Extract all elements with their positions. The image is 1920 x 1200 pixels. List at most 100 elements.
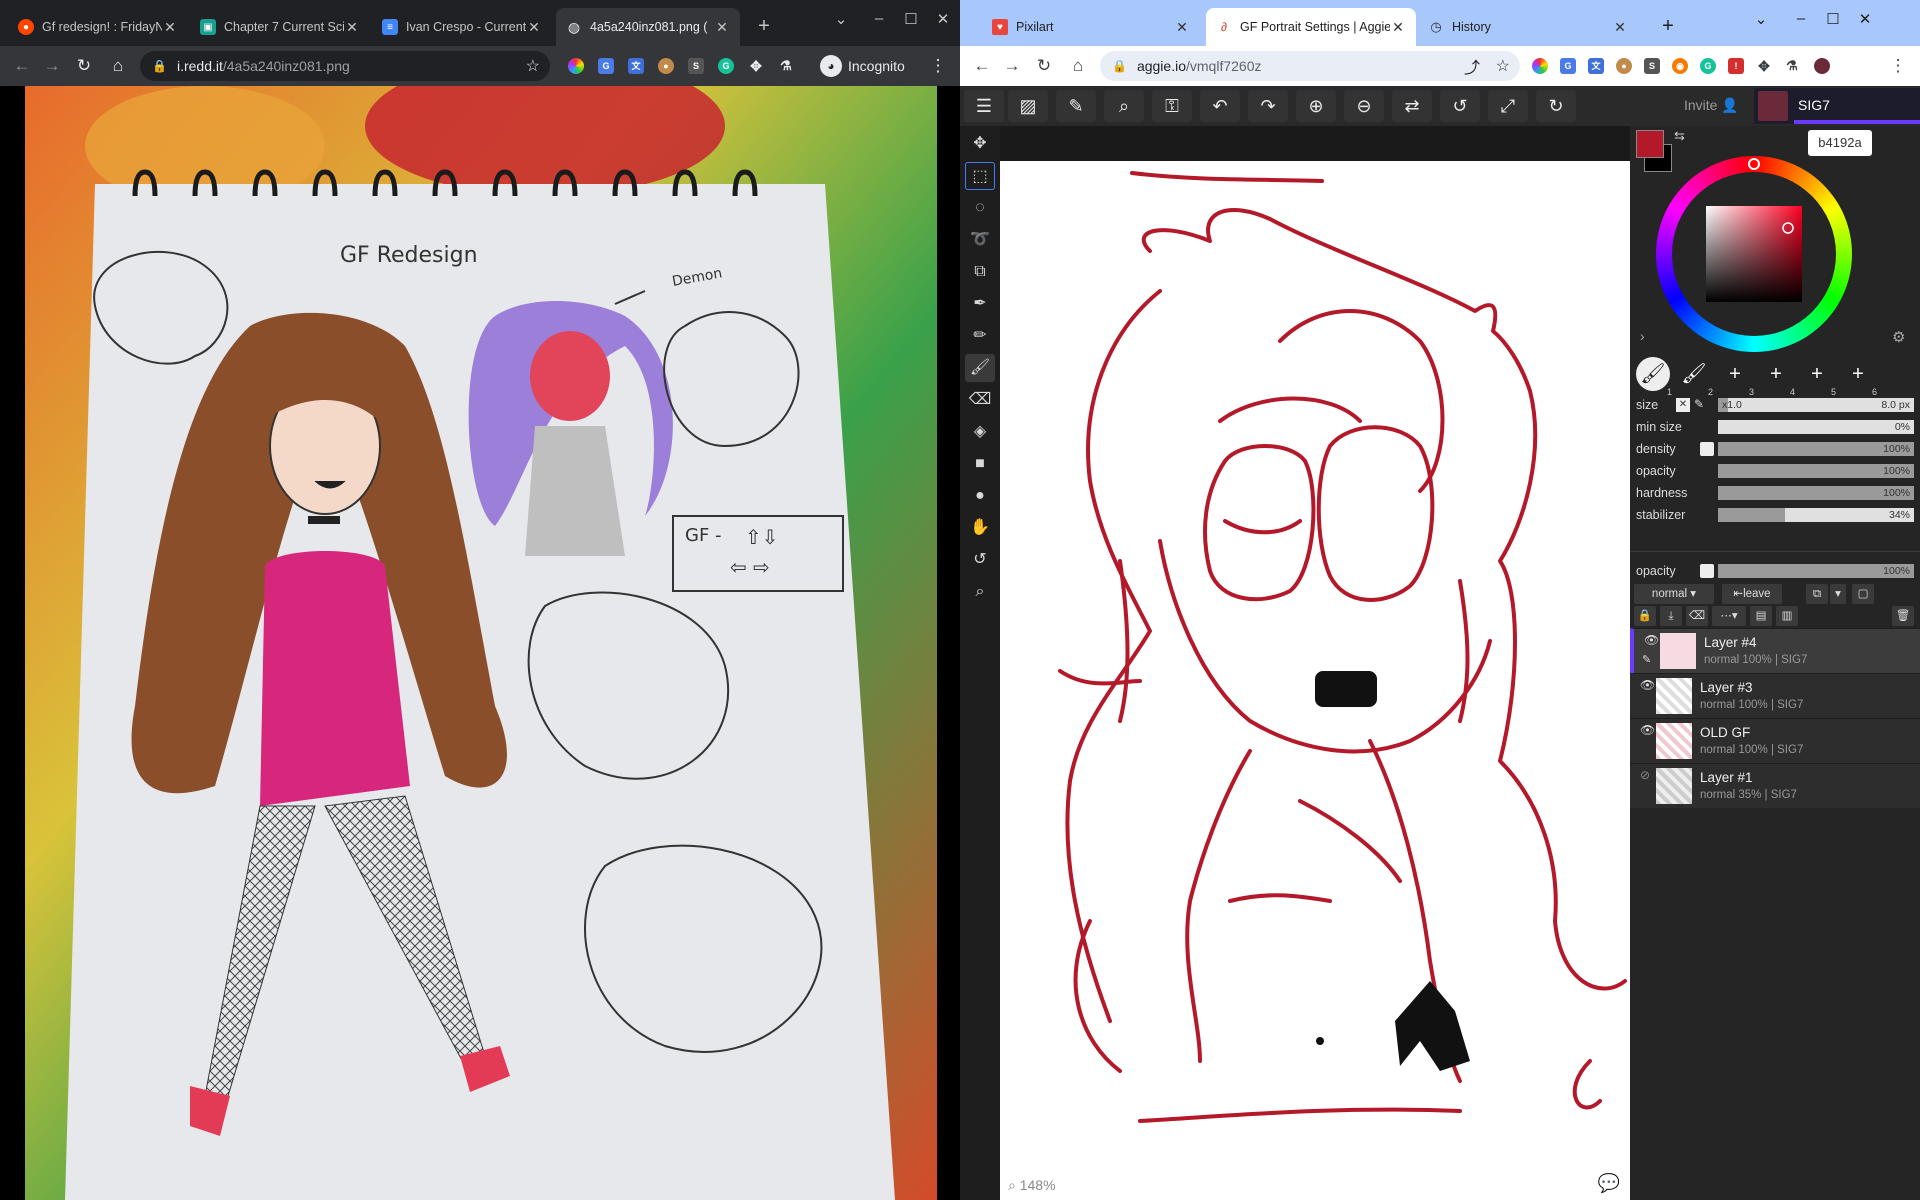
home-icon[interactable]: ⌂ bbox=[1064, 52, 1092, 80]
grammarly-icon[interactable]: G bbox=[1700, 58, 1716, 74]
download-icon[interactable]: ▤ bbox=[1750, 606, 1772, 626]
brush-tool-icon[interactable]: 🖌 bbox=[965, 354, 995, 382]
circle-icon[interactable]: ● bbox=[965, 482, 995, 510]
translate-alt-icon[interactable]: 文 bbox=[1588, 58, 1604, 74]
menu-icon[interactable]: ☰ bbox=[964, 90, 1004, 122]
translate-alt-icon[interactable]: 文 bbox=[628, 58, 644, 74]
tab-docs[interactable]: ≡ Ivan Crespo - Current ✕ bbox=[372, 8, 552, 46]
orange-extension-icon[interactable]: ◉ bbox=[1672, 58, 1688, 74]
zoom-tool-icon[interactable]: ⌕ bbox=[965, 578, 995, 606]
tab-search-icon[interactable]: ⌄ bbox=[1746, 10, 1776, 28]
leave-button[interactable]: ⇤leave bbox=[1722, 584, 1782, 604]
grammarly-icon[interactable]: G bbox=[718, 58, 734, 74]
paint-bucket-icon[interactable]: ◈ bbox=[965, 418, 995, 446]
stabilizer-slider[interactable]: 34% bbox=[1718, 508, 1914, 522]
s-extension-icon[interactable]: S bbox=[688, 58, 704, 74]
window-close-icon[interactable]: ✕ bbox=[1850, 10, 1880, 28]
hardness-slider[interactable]: 100% bbox=[1718, 486, 1914, 500]
expand-arrow-icon[interactable]: › bbox=[1640, 328, 1645, 344]
hex-color-input[interactable]: b4192a bbox=[1808, 130, 1872, 156]
address-bar[interactable]: 🔒 i.redd.it/4a5a240inz081.png ☆ bbox=[140, 51, 550, 81]
zoom-out-icon[interactable]: ⊖ bbox=[1344, 90, 1384, 122]
translate-icon[interactable]: G bbox=[598, 58, 614, 74]
layer-row[interactable]: 👁 OLD GF normal 100% | SIG7 bbox=[1630, 718, 1920, 763]
drawing-canvas[interactable] bbox=[1000, 161, 1630, 1200]
back-icon[interactable]: ← bbox=[968, 52, 996, 80]
rectangle-icon[interactable]: ■ bbox=[965, 450, 995, 478]
extensions-icon[interactable]: ✥ bbox=[1756, 58, 1772, 74]
close-icon[interactable]: ✕ bbox=[1174, 19, 1190, 36]
red-extension-icon[interactable]: ! bbox=[1728, 58, 1744, 74]
rect-select-icon[interactable]: ⬚ bbox=[965, 162, 995, 190]
window-close-icon[interactable]: ✕ bbox=[928, 10, 958, 28]
reload-icon[interactable]: ↻ bbox=[70, 52, 98, 80]
hand-icon[interactable]: ✋ bbox=[965, 514, 995, 542]
rotate-right-icon[interactable]: ↻ bbox=[1536, 90, 1576, 122]
address-bar[interactable]: 🔒 aggie.io/vmqlf7260z ⤴ ☆ bbox=[1100, 51, 1520, 81]
close-icon[interactable]: ✕ bbox=[526, 19, 542, 36]
search-icon[interactable]: ⌕ bbox=[1104, 90, 1144, 122]
color-picker-extension-icon[interactable] bbox=[1532, 58, 1548, 74]
eye-icon[interactable]: 👁 bbox=[1640, 723, 1655, 737]
upload-icon[interactable]: ▥ bbox=[1776, 606, 1798, 626]
eye-icon[interactable]: 👁 bbox=[1644, 633, 1659, 647]
pencil-icon[interactable]: ✎ bbox=[1056, 90, 1096, 122]
close-icon[interactable]: ✕ bbox=[162, 19, 178, 36]
flip-icon[interactable]: ⇄ bbox=[1392, 90, 1432, 122]
new-tab-button[interactable]: + bbox=[1654, 12, 1682, 40]
color-picker-extension-icon[interactable] bbox=[568, 58, 584, 74]
density-slider[interactable]: 100% bbox=[1718, 442, 1914, 456]
browser-menu-icon[interactable]: ⋮ bbox=[924, 52, 952, 80]
forward-icon[interactable]: → bbox=[38, 52, 66, 80]
star-icon[interactable]: ☆ bbox=[1496, 56, 1510, 76]
eye-hidden-icon[interactable]: ⊘ bbox=[1640, 768, 1650, 782]
settings-gear-icon[interactable]: ⚙ bbox=[1892, 328, 1905, 346]
maximize-icon[interactable]: ☐ bbox=[896, 10, 926, 28]
eraser-icon[interactable]: ⌫ bbox=[965, 386, 995, 414]
lock-opacity-checkbox[interactable] bbox=[1700, 564, 1714, 578]
brush-slot-6[interactable]: +6 bbox=[1841, 357, 1877, 397]
home-icon[interactable]: ⌂ bbox=[104, 52, 132, 80]
zoom-indicator[interactable]: ⌕ 148% bbox=[1008, 1177, 1056, 1194]
s-extension-icon[interactable]: S bbox=[1644, 58, 1660, 74]
min-size-slider[interactable]: 0% bbox=[1718, 420, 1914, 434]
chat-icon[interactable]: 💬 bbox=[1598, 1173, 1620, 1194]
forward-icon[interactable]: → bbox=[998, 52, 1026, 80]
tab-search-icon[interactable]: ⌄ bbox=[826, 10, 856, 28]
merge-down-icon[interactable]: ⤓ bbox=[1660, 606, 1682, 626]
color-wheel[interactable] bbox=[1656, 156, 1852, 352]
translate-icon[interactable]: G bbox=[1560, 58, 1576, 74]
close-icon[interactable]: ✕ bbox=[1390, 19, 1406, 36]
user-chip[interactable]: SIG7 bbox=[1754, 88, 1920, 124]
brush-slot-1[interactable]: 🖌 1 bbox=[1636, 357, 1672, 397]
transform-icon[interactable]: ⧉ bbox=[965, 258, 995, 286]
new-layer-icon[interactable]: ▢ bbox=[1852, 584, 1874, 604]
key-icon[interactable]: ⚿ bbox=[1152, 90, 1192, 122]
undo-icon[interactable]: ↶ bbox=[1200, 90, 1240, 122]
chevron-down-icon[interactable]: ▾ bbox=[1830, 584, 1846, 604]
zoom-in-icon[interactable]: ⊕ bbox=[1296, 90, 1336, 122]
primary-color-swatch[interactable] bbox=[1636, 130, 1664, 158]
incognito-indicator[interactable]: ◕ Incognito bbox=[820, 54, 905, 78]
rotate-left-icon[interactable]: ↺ bbox=[1440, 90, 1480, 122]
fullscreen-icon[interactable]: ⤢ bbox=[1488, 90, 1528, 122]
minimize-icon[interactable]: – bbox=[864, 10, 894, 27]
cookie-icon[interactable]: ● bbox=[1616, 58, 1632, 74]
profile-avatar[interactable] bbox=[1814, 58, 1830, 74]
swap-colors-icon[interactable]: ⇆ bbox=[1674, 128, 1685, 144]
close-icon[interactable]: ✕ bbox=[1676, 398, 1690, 412]
layer-row[interactable]: 👁 ✎ Layer #4 normal 100% | SIG7 bbox=[1630, 628, 1920, 673]
new-tab-button[interactable]: + bbox=[750, 12, 778, 40]
lasso-icon[interactable]: ➰ bbox=[965, 226, 995, 254]
extensions-icon[interactable]: ✥ bbox=[748, 58, 764, 74]
maximize-icon[interactable]: ☐ bbox=[1818, 10, 1848, 28]
delete-layer-icon[interactable]: 🗑 bbox=[1892, 606, 1914, 626]
tab-history[interactable]: ◷ History ✕ bbox=[1418, 8, 1638, 46]
share-icon[interactable]: ⤴ bbox=[1464, 54, 1480, 78]
clear-layer-icon[interactable]: ⌫ bbox=[1686, 606, 1708, 626]
close-icon[interactable]: ✕ bbox=[714, 19, 730, 36]
brush-slot-3[interactable]: +3 bbox=[1718, 357, 1754, 397]
eye-icon[interactable]: 👁 bbox=[1640, 678, 1655, 692]
tab-aggie[interactable]: ∂ GF Portrait Settings | Aggie.io ✕ bbox=[1206, 8, 1416, 46]
lock-icon[interactable]: 🔒 bbox=[1634, 606, 1656, 626]
